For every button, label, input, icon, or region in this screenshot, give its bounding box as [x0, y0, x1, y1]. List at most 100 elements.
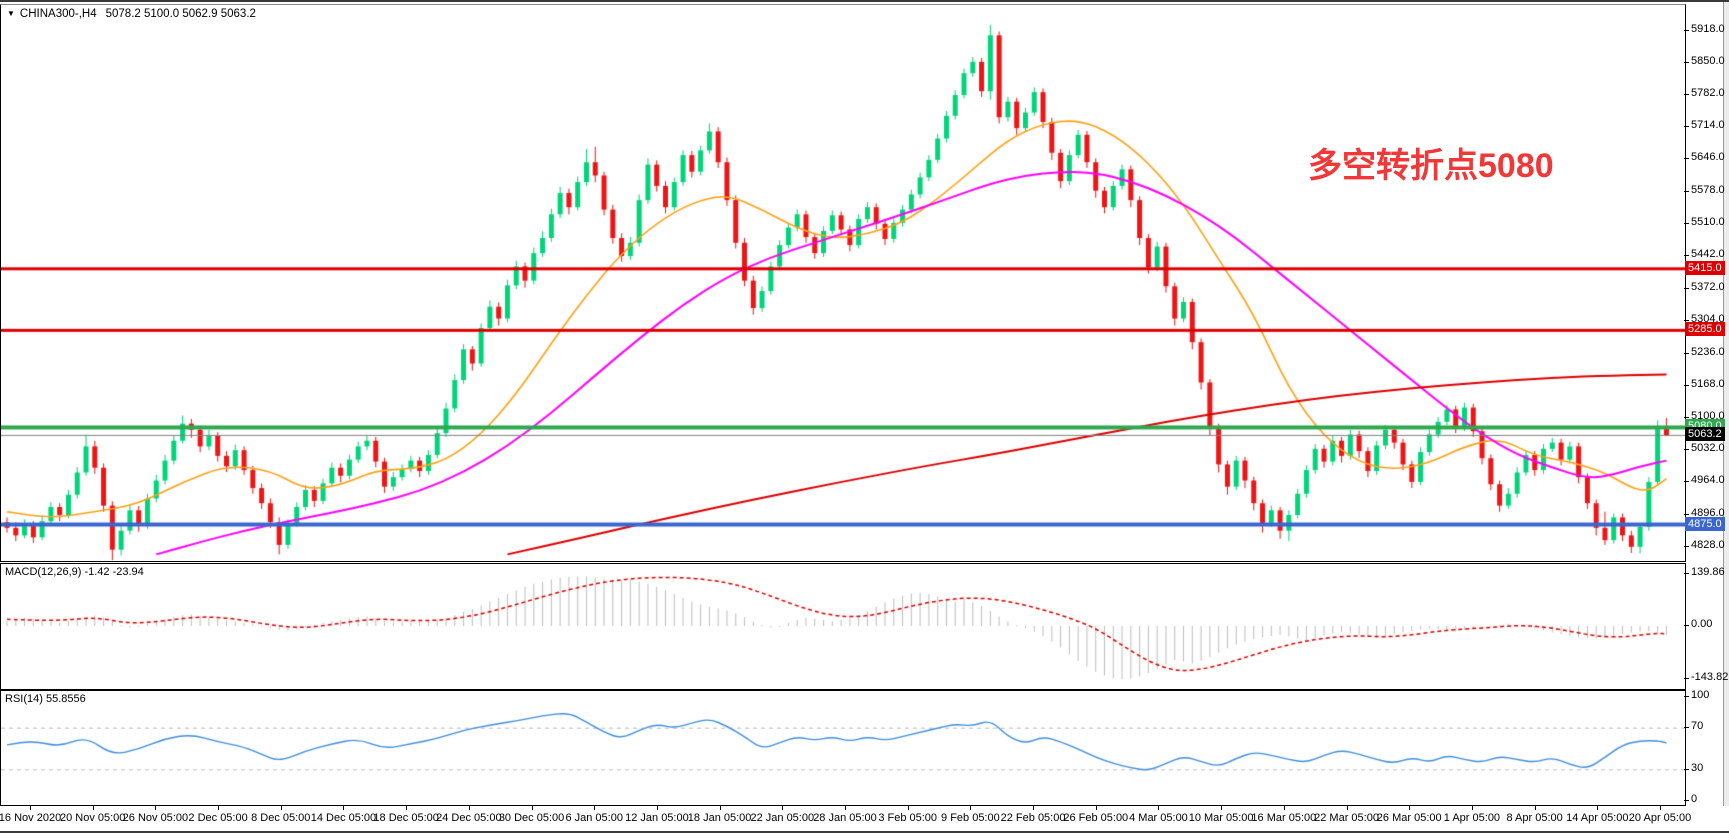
axis-tick-mark	[1684, 481, 1689, 482]
axis-tick-mark	[1684, 158, 1689, 159]
rsi-tick-label: 0	[1691, 793, 1697, 805]
axis-tick-mark	[1684, 727, 1689, 728]
time-tick-mark	[1535, 806, 1536, 810]
time-tick-mark	[782, 806, 783, 810]
time-tick-mark	[1347, 806, 1348, 810]
time-tick-mark	[281, 806, 282, 810]
price-tick-label: 5918.0	[1691, 23, 1725, 35]
price-tick-label: 5850.0	[1691, 55, 1725, 67]
chart-title[interactable]: ▼ CHINA300-,H4 5078.2 5100.0 5062.9 5063.2	[7, 8, 256, 20]
time-tick-label: 26 Mar 05:00	[1377, 812, 1442, 824]
time-axis[interactable]: 16 Nov 202020 Nov 05:0026 Nov 05:002 Dec…	[0, 806, 1729, 833]
time-tick-mark	[532, 806, 533, 810]
rsi-panel-label: RSI(14) 55.8556	[5, 693, 86, 705]
price-tick-label: 5510.0	[1691, 216, 1725, 228]
time-tick-mark	[594, 806, 595, 810]
axis-tick-mark	[1684, 449, 1689, 450]
time-tick-mark	[1597, 806, 1598, 810]
axis-tick-mark	[1684, 30, 1689, 31]
axis-tick-mark	[1684, 546, 1689, 547]
time-tick-mark	[30, 806, 31, 810]
price-tick-label: 5442.0	[1691, 248, 1725, 260]
axis-tick-mark	[1684, 255, 1689, 256]
axis-tick-mark	[1684, 696, 1689, 697]
time-tick-label: 26 Feb 05:00	[1063, 812, 1128, 824]
time-tick-label: 12 Jan 05:00	[625, 812, 689, 824]
axis-tick-mark	[1684, 573, 1689, 574]
axis-tick-mark	[1684, 126, 1689, 127]
time-tick-mark	[469, 806, 470, 810]
price-level-badge: 5063.2	[1685, 427, 1725, 441]
price-tick-label: 5782.0	[1691, 87, 1725, 99]
time-tick-label: 9 Feb 05:00	[941, 812, 1000, 824]
time-tick-label: 18 Dec 05:00	[373, 812, 438, 824]
axis-tick-mark	[1684, 769, 1689, 770]
macd-tick-label: 139.86	[1691, 566, 1725, 578]
time-tick-mark	[93, 806, 94, 810]
time-tick-label: 1 Apr 05:00	[1444, 812, 1500, 824]
axis-tick-mark	[1684, 94, 1689, 95]
ohlc-values: 5078.2 5100.0 5062.9 5063.2	[106, 8, 256, 20]
time-tick-label: 20 Nov 05:00	[60, 812, 125, 824]
rsi-tick-label: 30	[1691, 762, 1703, 774]
time-tick-label: 8 Apr 05:00	[1506, 812, 1562, 824]
time-tick-mark	[908, 806, 909, 810]
axis-tick-mark	[1684, 223, 1689, 224]
time-tick-mark	[1221, 806, 1222, 810]
time-tick-mark	[155, 806, 156, 810]
price-tick-label: 4828.0	[1691, 539, 1725, 551]
time-tick-label: 14 Apr 05:00	[1566, 812, 1628, 824]
price-level-badge: 5415.0	[1685, 261, 1725, 275]
axis-tick-mark	[1684, 625, 1689, 626]
symbol-timeframe-label: CHINA300-,H4	[20, 8, 97, 20]
time-tick-label: 6 Jan 05:00	[565, 812, 623, 824]
time-tick-mark	[343, 806, 344, 810]
time-tick-mark	[218, 806, 219, 810]
axis-tick-mark	[1684, 353, 1689, 354]
time-tick-label: 22 Feb 05:00	[1001, 812, 1066, 824]
price-tick-label: 5236.0	[1691, 346, 1725, 358]
time-tick-label: 18 Jan 05:00	[688, 812, 752, 824]
time-tick-mark	[845, 806, 846, 810]
time-tick-mark	[1284, 806, 1285, 810]
time-tick-label: 22 Jan 05:00	[750, 812, 814, 824]
time-tick-label: 24 Dec 05:00	[436, 812, 501, 824]
time-tick-label: 2 Dec 05:00	[188, 812, 247, 824]
time-tick-mark	[1096, 806, 1097, 810]
price-tick-label: 5032.0	[1691, 442, 1725, 454]
time-tick-label: 26 Nov 05:00	[123, 812, 188, 824]
time-tick-mark	[720, 806, 721, 810]
axis-tick-mark	[1684, 800, 1689, 801]
time-tick-label: 22 Mar 05:00	[1314, 812, 1379, 824]
time-tick-mark	[657, 806, 658, 810]
time-tick-label: 10 Mar 05:00	[1189, 812, 1254, 824]
price-tick-label: 5168.0	[1691, 378, 1725, 390]
macd-tick-label: -143.82	[1691, 671, 1728, 683]
axis-tick-mark	[1684, 385, 1689, 386]
time-tick-label: 20 Apr 05:00	[1629, 812, 1691, 824]
mt4-chart-window: ▼ CHINA300-,H4 5078.2 5100.0 5062.9 5063.2…	[0, 0, 1729, 833]
price-chart-canvas[interactable]	[0, 4, 1686, 562]
rsi-tick-label: 70	[1691, 720, 1703, 732]
macd-panel-label: MACD(12,26,9) -1.42 -23.94	[5, 566, 144, 578]
price-level-badge: 4875.0	[1685, 517, 1725, 531]
axis-tick-mark	[1684, 191, 1689, 192]
rsi-indicator-canvas[interactable]	[0, 690, 1686, 806]
macd-indicator-canvas[interactable]	[0, 563, 1686, 690]
price-tick-label: 5646.0	[1691, 151, 1725, 163]
price-tick-label: 5372.0	[1691, 281, 1725, 293]
time-tick-mark	[1472, 806, 1473, 810]
time-tick-mark	[1033, 806, 1034, 810]
axis-tick-mark	[1684, 320, 1689, 321]
time-tick-mark	[1409, 806, 1410, 810]
time-tick-label: 16 Mar 05:00	[1251, 812, 1316, 824]
macd-tick-label: 0.00	[1691, 618, 1712, 630]
symbol-dropdown-icon[interactable]: ▼	[7, 9, 15, 18]
price-tick-label: 4964.0	[1691, 474, 1725, 486]
time-tick-label: 3 Feb 05:00	[878, 812, 937, 824]
axis-tick-mark	[1684, 288, 1689, 289]
pivot-annotation-text[interactable]: 多空转折点5080	[1308, 138, 1554, 187]
time-tick-label: 8 Dec 05:00	[251, 812, 310, 824]
time-tick-label: 28 Jan 05:00	[813, 812, 877, 824]
time-tick-mark	[970, 806, 971, 810]
